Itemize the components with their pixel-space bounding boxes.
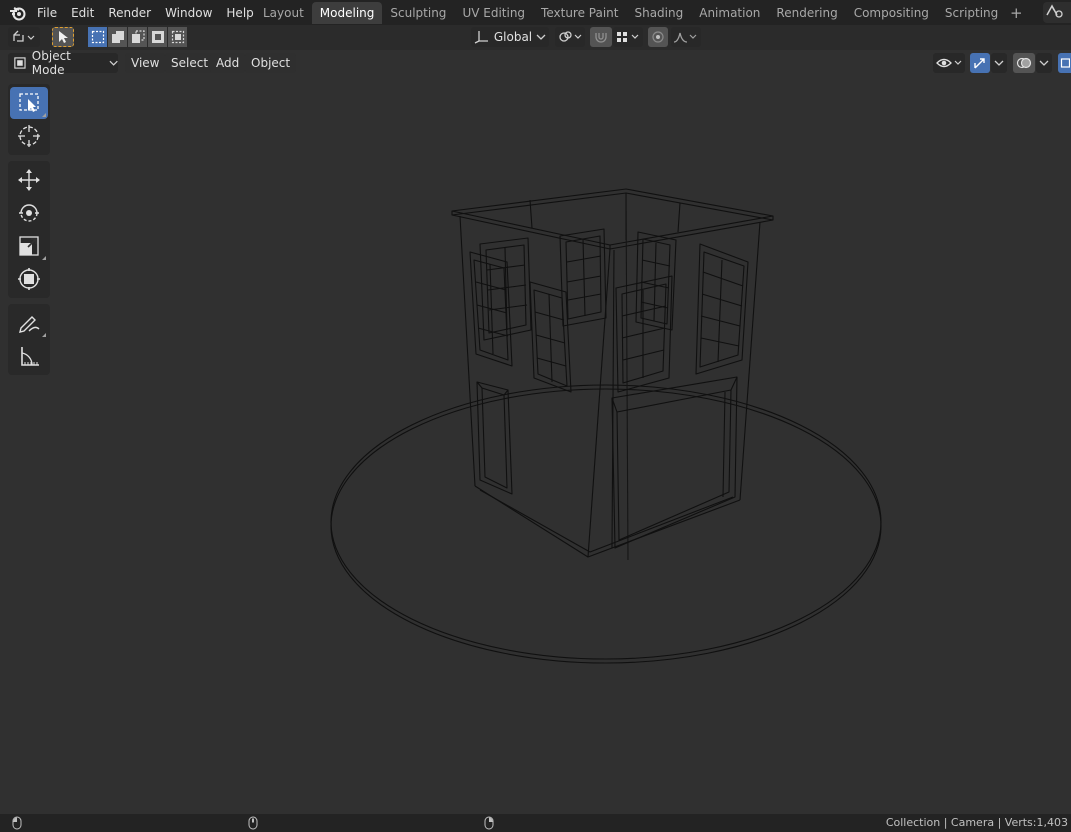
select-extend-icon[interactable] [108, 27, 127, 47]
view-menu[interactable]: View [125, 53, 166, 73]
menu-edit[interactable]: Edit [64, 2, 101, 24]
scene-icon [1046, 4, 1063, 18]
select-box-icon [19, 93, 39, 112]
magnet-icon [595, 33, 607, 43]
tool-expand-corner [42, 113, 46, 117]
overlays-icon [1016, 57, 1032, 69]
menu-render[interactable]: Render [101, 2, 158, 24]
rotate-tool[interactable] [10, 197, 48, 229]
select-box-tool[interactable] [10, 87, 48, 119]
chevron-down-icon [994, 60, 1004, 66]
move-tool[interactable] [10, 164, 48, 196]
tool-group-transform [8, 161, 50, 298]
cursor-arrow-icon [59, 31, 68, 43]
orientation-label: Global [493, 30, 533, 44]
blender-logo-icon[interactable] [6, 2, 30, 24]
proportional-edit-toggle[interactable] [648, 27, 668, 47]
select-subtract-icon[interactable] [128, 27, 147, 47]
tab-layout[interactable]: Layout [255, 2, 312, 24]
plus-icon[interactable]: + [1006, 2, 1026, 24]
transform-tool[interactable] [10, 263, 48, 295]
overlays-dropdown[interactable] [1036, 53, 1052, 73]
ground-disc [330, 384, 882, 664]
select-invert-icon[interactable] [148, 27, 167, 47]
tool-group-annotate [8, 304, 50, 375]
cursor-tool[interactable] [10, 120, 48, 152]
tool-expand-corner [42, 333, 46, 337]
mouse-middle-icon [248, 816, 258, 830]
chevron-down-icon [536, 34, 546, 40]
workspace-tabs: Layout Modeling Sculpting UV Editing Tex… [255, 2, 1026, 24]
tab-scripting[interactable]: Scripting [937, 2, 1006, 24]
building-wireframe [451, 188, 774, 561]
active-tool-button[interactable] [52, 27, 74, 47]
viewport-header: Object Mode View Select Add Object [0, 49, 1071, 77]
annotate-pencil-icon [19, 316, 40, 333]
transform-orientation-dropdown[interactable]: Global [471, 27, 549, 47]
object-mode-dropdown[interactable]: Object Mode [8, 49, 118, 77]
gizmo-toggle[interactable] [970, 53, 990, 73]
tab-shading[interactable]: Shading [626, 2, 691, 24]
transform-icon [18, 268, 40, 290]
tab-compositing[interactable]: Compositing [846, 2, 937, 24]
eye-icon [936, 58, 962, 68]
select-menu[interactable]: Select [165, 53, 215, 73]
gizmo-icon [974, 58, 985, 69]
xray-icon [1060, 58, 1070, 68]
scale-icon [19, 236, 39, 256]
select-intersect-icon[interactable] [168, 27, 187, 47]
editor-type-selector[interactable] [8, 27, 40, 47]
chevron-down-icon [1039, 60, 1049, 66]
proportional-falloff-dropdown[interactable] [671, 27, 701, 47]
orientation-axes-icon [474, 31, 488, 44]
scene-statistics: Collection | Camera | Verts:1,403 [885, 816, 1068, 829]
tab-modeling[interactable]: Modeling [311, 2, 383, 24]
tab-texture-paint[interactable]: Texture Paint [533, 2, 626, 24]
chevron-down-icon [109, 60, 118, 66]
tab-uv-editing[interactable]: UV Editing [454, 2, 533, 24]
pivot-icon [559, 31, 582, 42]
editor-type-icon [13, 30, 35, 42]
object-mode-icon [14, 57, 26, 69]
overlays-toggle[interactable] [1013, 53, 1035, 73]
object-mode-label: Object Mode [31, 49, 71, 77]
tab-animation[interactable]: Animation [691, 2, 768, 24]
gizmo-dropdown[interactable] [991, 53, 1007, 73]
annotate-tool[interactable] [10, 307, 48, 339]
viewport-canvas[interactable] [0, 76, 1071, 814]
tab-sculpting[interactable]: Sculpting [382, 2, 454, 24]
tab-rendering[interactable]: Rendering [768, 2, 845, 24]
tool-group-select [8, 84, 50, 155]
snap-target-dropdown[interactable] [613, 27, 643, 47]
mouse-right-icon [484, 816, 494, 830]
mouse-left-icon [12, 816, 22, 830]
measure-ruler-icon [21, 347, 39, 366]
proportional-editing-icon [652, 31, 664, 43]
snap-toggle-button[interactable] [590, 27, 612, 47]
pivot-point-dropdown[interactable] [555, 27, 585, 47]
measure-tool[interactable] [10, 340, 48, 372]
xray-toggle[interactable] [1058, 53, 1071, 73]
scene-selector-button[interactable] [1043, 2, 1071, 23]
tool-shelf [8, 84, 50, 381]
menu-window[interactable]: Window [158, 2, 219, 24]
select-new-icon[interactable] [88, 27, 107, 47]
falloff-curve-icon [673, 32, 697, 43]
object-menu[interactable]: Object [245, 53, 297, 73]
visibility-dropdown[interactable] [933, 53, 965, 73]
status-bar: Collection | Camera | Verts:1,403 [0, 814, 1071, 832]
top-menu-bar: File Edit Render Window Help Layout Mode… [0, 0, 1071, 25]
tool-expand-corner [42, 256, 46, 260]
scale-tool[interactable] [10, 230, 48, 262]
add-menu[interactable]: Add [210, 53, 246, 73]
menu-file[interactable]: File [30, 2, 64, 24]
selection-mode-group [88, 27, 188, 47]
rotate-icon [19, 204, 39, 222]
tool-header: Global [0, 25, 1071, 50]
snap-increment-icon [617, 32, 639, 42]
cursor-icon [18, 125, 40, 147]
move-icon [18, 169, 40, 191]
